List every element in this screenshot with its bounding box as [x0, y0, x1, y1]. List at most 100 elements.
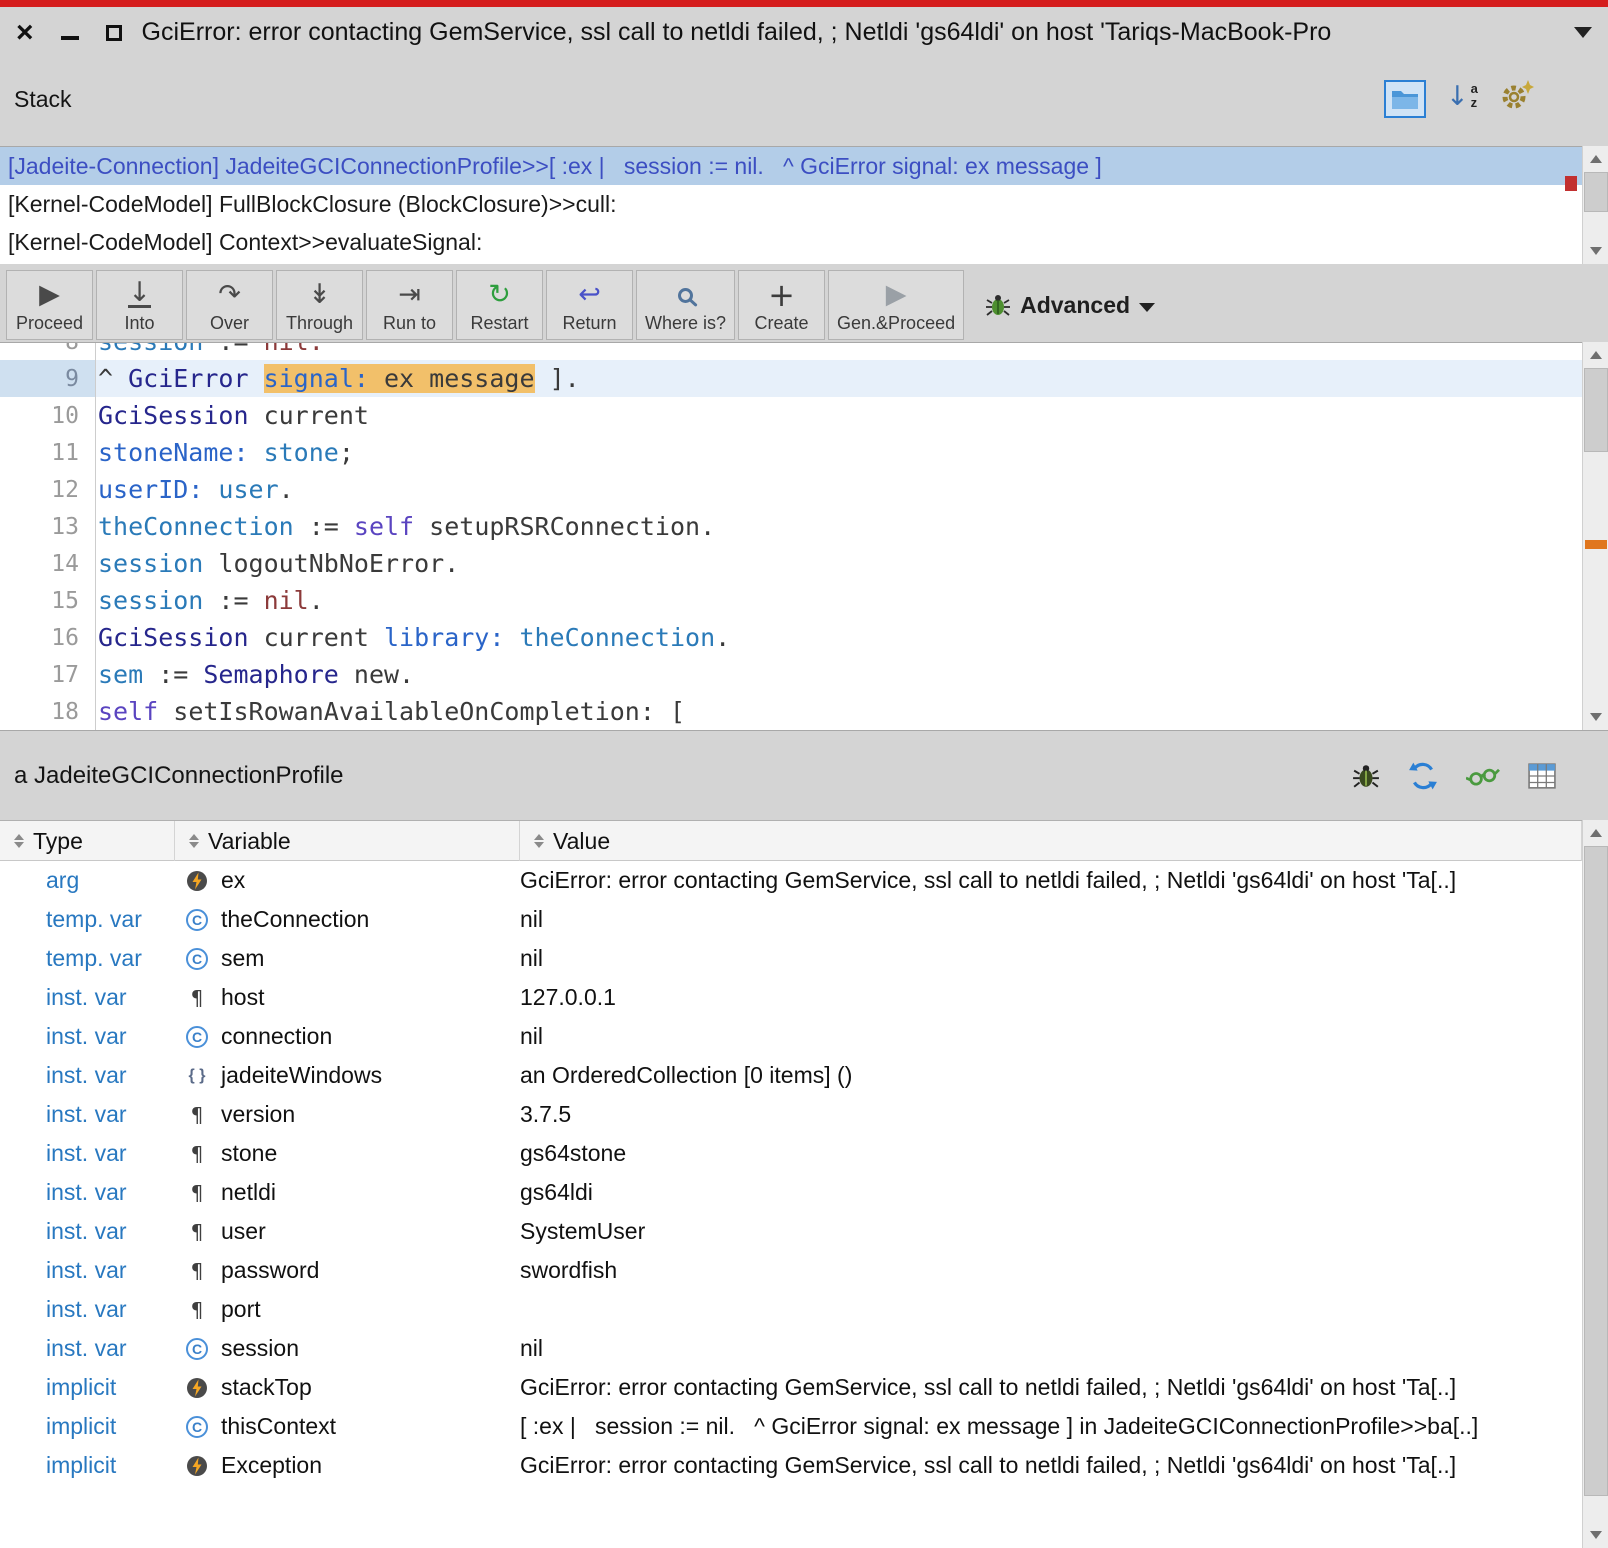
variable-row[interactable]: inst. var¶host127.0.0.1	[0, 978, 1582, 1017]
code-text: userID: user.	[96, 471, 294, 508]
variable-row[interactable]: inst. var¶passwordswordfish	[0, 1251, 1582, 1290]
column-header-variable[interactable]: Variable	[175, 821, 520, 861]
debug-bug-icon[interactable]	[1352, 762, 1380, 790]
var-type: arg	[0, 867, 175, 894]
editor-line-14[interactable]: 14 session logoutNbNoError.	[0, 545, 1582, 582]
gen-proceed-button[interactable]: ▶Gen.&Proceed	[828, 270, 964, 340]
editor-line-9[interactable]: 9 ^ GciError signal: ex message ].	[0, 360, 1582, 397]
editor-line-8[interactable]: 8 session := nil.	[0, 342, 1582, 360]
where-is-button[interactable]: Where is?	[636, 270, 735, 340]
editor-line-15[interactable]: 15 session := nil.	[0, 582, 1582, 619]
variable-row[interactable]: temp. varCsemnil	[0, 939, 1582, 978]
line-number: 9	[0, 360, 96, 397]
variable-row[interactable]: implicitExceptionGciError: error contact…	[0, 1446, 1582, 1485]
code-segment: GciSession	[98, 401, 249, 430]
editor-line-16[interactable]: 16 GciSession current library: theConnec…	[0, 619, 1582, 656]
variable-row[interactable]: inst. var¶netldigs64ldi	[0, 1173, 1582, 1212]
var-value: 3.7.5	[520, 1101, 1582, 1128]
stack-scrollbar[interactable]	[1582, 146, 1608, 264]
settings-gear-icon[interactable]	[1498, 78, 1534, 117]
var-type: inst. var	[0, 984, 175, 1011]
window-controls: ×	[16, 18, 122, 48]
code-segment: ex message	[384, 364, 535, 393]
editor-scrollbar[interactable]	[1582, 342, 1608, 730]
scroll-down-icon[interactable]	[1583, 1522, 1608, 1548]
maximize-icon[interactable]	[106, 25, 122, 41]
var-type: temp. var	[0, 906, 175, 933]
scrollbar-thumb[interactable]	[1584, 368, 1608, 452]
into-button[interactable]: ↓Into	[96, 270, 183, 340]
code-segment: current	[249, 401, 369, 430]
column-header-value[interactable]: Value	[520, 821, 1582, 861]
advanced-menu[interactable]: Advanced	[985, 270, 1155, 340]
variable-row[interactable]: inst. varCsessionnil	[0, 1329, 1582, 1368]
return-button[interactable]: ↩Return	[546, 270, 633, 340]
table-scrollbar[interactable]	[1582, 820, 1608, 1548]
run-to-button[interactable]: ⇥Run to	[366, 270, 453, 340]
proceed-button[interactable]: ▶Proceed	[6, 270, 93, 340]
variable-row[interactable]: implicitstackTopGciError: error contacti…	[0, 1368, 1582, 1407]
variable-row[interactable]: temp. varCtheConnectionnil	[0, 900, 1582, 939]
variable-row[interactable]: inst. var¶port	[0, 1290, 1582, 1329]
var-cell: ¶password	[175, 1257, 520, 1284]
editor-line-10[interactable]: 10 GciSession current	[0, 397, 1582, 434]
variable-row[interactable]: inst. var¶userSystemUser	[0, 1212, 1582, 1251]
step-over-icon: ↷	[218, 279, 241, 311]
over-button[interactable]: ↷Over	[186, 270, 273, 340]
code-segment: stoneName:	[98, 438, 264, 467]
create-button[interactable]: +Create	[738, 270, 825, 340]
sort-az-icon[interactable]: ↓ az	[1446, 82, 1478, 111]
code-segment: sem	[98, 660, 143, 689]
scrollbar-thumb[interactable]	[1584, 172, 1608, 212]
exception-icon	[183, 1377, 211, 1399]
scrollbar-thumb[interactable]	[1584, 846, 1608, 1496]
var-value: nil	[520, 945, 1582, 972]
code-segment: userID:	[98, 475, 218, 504]
code-text: sem := Semaphore new.	[96, 656, 414, 693]
column-header-type[interactable]: Type	[0, 821, 175, 861]
window-menu-caret-icon[interactable]	[1574, 27, 1592, 38]
line-number: 14	[0, 545, 96, 582]
variable-row[interactable]: inst. var{ }jadeiteWindowsan OrderedColl…	[0, 1056, 1582, 1095]
scroll-down-icon[interactable]	[1583, 704, 1608, 730]
refresh-icon[interactable]	[1408, 761, 1438, 791]
minimize-icon[interactable]	[61, 36, 79, 40]
close-icon[interactable]: ×	[16, 18, 34, 48]
variable-row[interactable]: implicitCthisContext[ :ex | session := n…	[0, 1407, 1582, 1446]
table-view-icon[interactable]	[1528, 763, 1556, 789]
variable-row[interactable]: inst. var¶stonegs64stone	[0, 1134, 1582, 1173]
inspect-glasses-icon[interactable]	[1466, 763, 1500, 789]
code-editor[interactable]: 8 session := nil.9 ^ GciError signal: ex…	[0, 342, 1582, 730]
var-name: sem	[221, 945, 264, 972]
scroll-up-icon[interactable]	[1583, 820, 1608, 846]
editor-line-13[interactable]: 13 theConnection := self setupRSRConnect…	[0, 508, 1582, 545]
code-segment: ;	[339, 438, 354, 467]
stack-frame[interactable]: [Kernel-CodeModel] Context>>evaluateSign…	[0, 223, 1582, 261]
code-segment: self	[354, 512, 414, 541]
var-cell: CtheConnection	[175, 906, 520, 933]
through-button[interactable]: ↡Through	[276, 270, 363, 340]
editor-line-17[interactable]: 17 sem := Semaphore new.	[0, 656, 1582, 693]
var-name: thisContext	[221, 1413, 336, 1440]
scroll-up-icon[interactable]	[1583, 342, 1608, 368]
editor-line-12[interactable]: 12 userID: user.	[0, 471, 1582, 508]
stack-frame[interactable]: [Kernel-CodeModel] FullBlockClosure (Blo…	[0, 185, 1582, 223]
variable-row[interactable]: inst. varCconnectionnil	[0, 1017, 1582, 1056]
variable-row[interactable]: inst. var¶version3.7.5	[0, 1095, 1582, 1134]
var-value: GciError: error contacting GemService, s…	[520, 1452, 1582, 1479]
editor-line-18[interactable]: 18 self setIsRowanAvailableOnCompletion:…	[0, 693, 1582, 730]
var-cell: ex	[175, 867, 520, 894]
stack-frame[interactable]: [Jadeite-Connection] JadeiteGCIConnectio…	[0, 147, 1582, 185]
gen-proceed-icon: ▶	[886, 279, 907, 311]
line-number: 16	[0, 619, 96, 656]
toolbar-button-label: Run to	[383, 314, 436, 332]
folder-view-icon[interactable]	[1384, 80, 1426, 118]
scroll-up-icon[interactable]	[1583, 146, 1608, 172]
editor-line-11[interactable]: 11 stoneName: stone;	[0, 434, 1582, 471]
var-value: nil	[520, 1023, 1582, 1050]
variable-row[interactable]: argexGciError: error contacting GemServi…	[0, 861, 1582, 900]
code-segment: Semaphore	[203, 660, 338, 689]
restart-button[interactable]: ↻Restart	[456, 270, 543, 340]
scroll-down-icon[interactable]	[1583, 238, 1608, 264]
line-number: 10	[0, 397, 96, 434]
